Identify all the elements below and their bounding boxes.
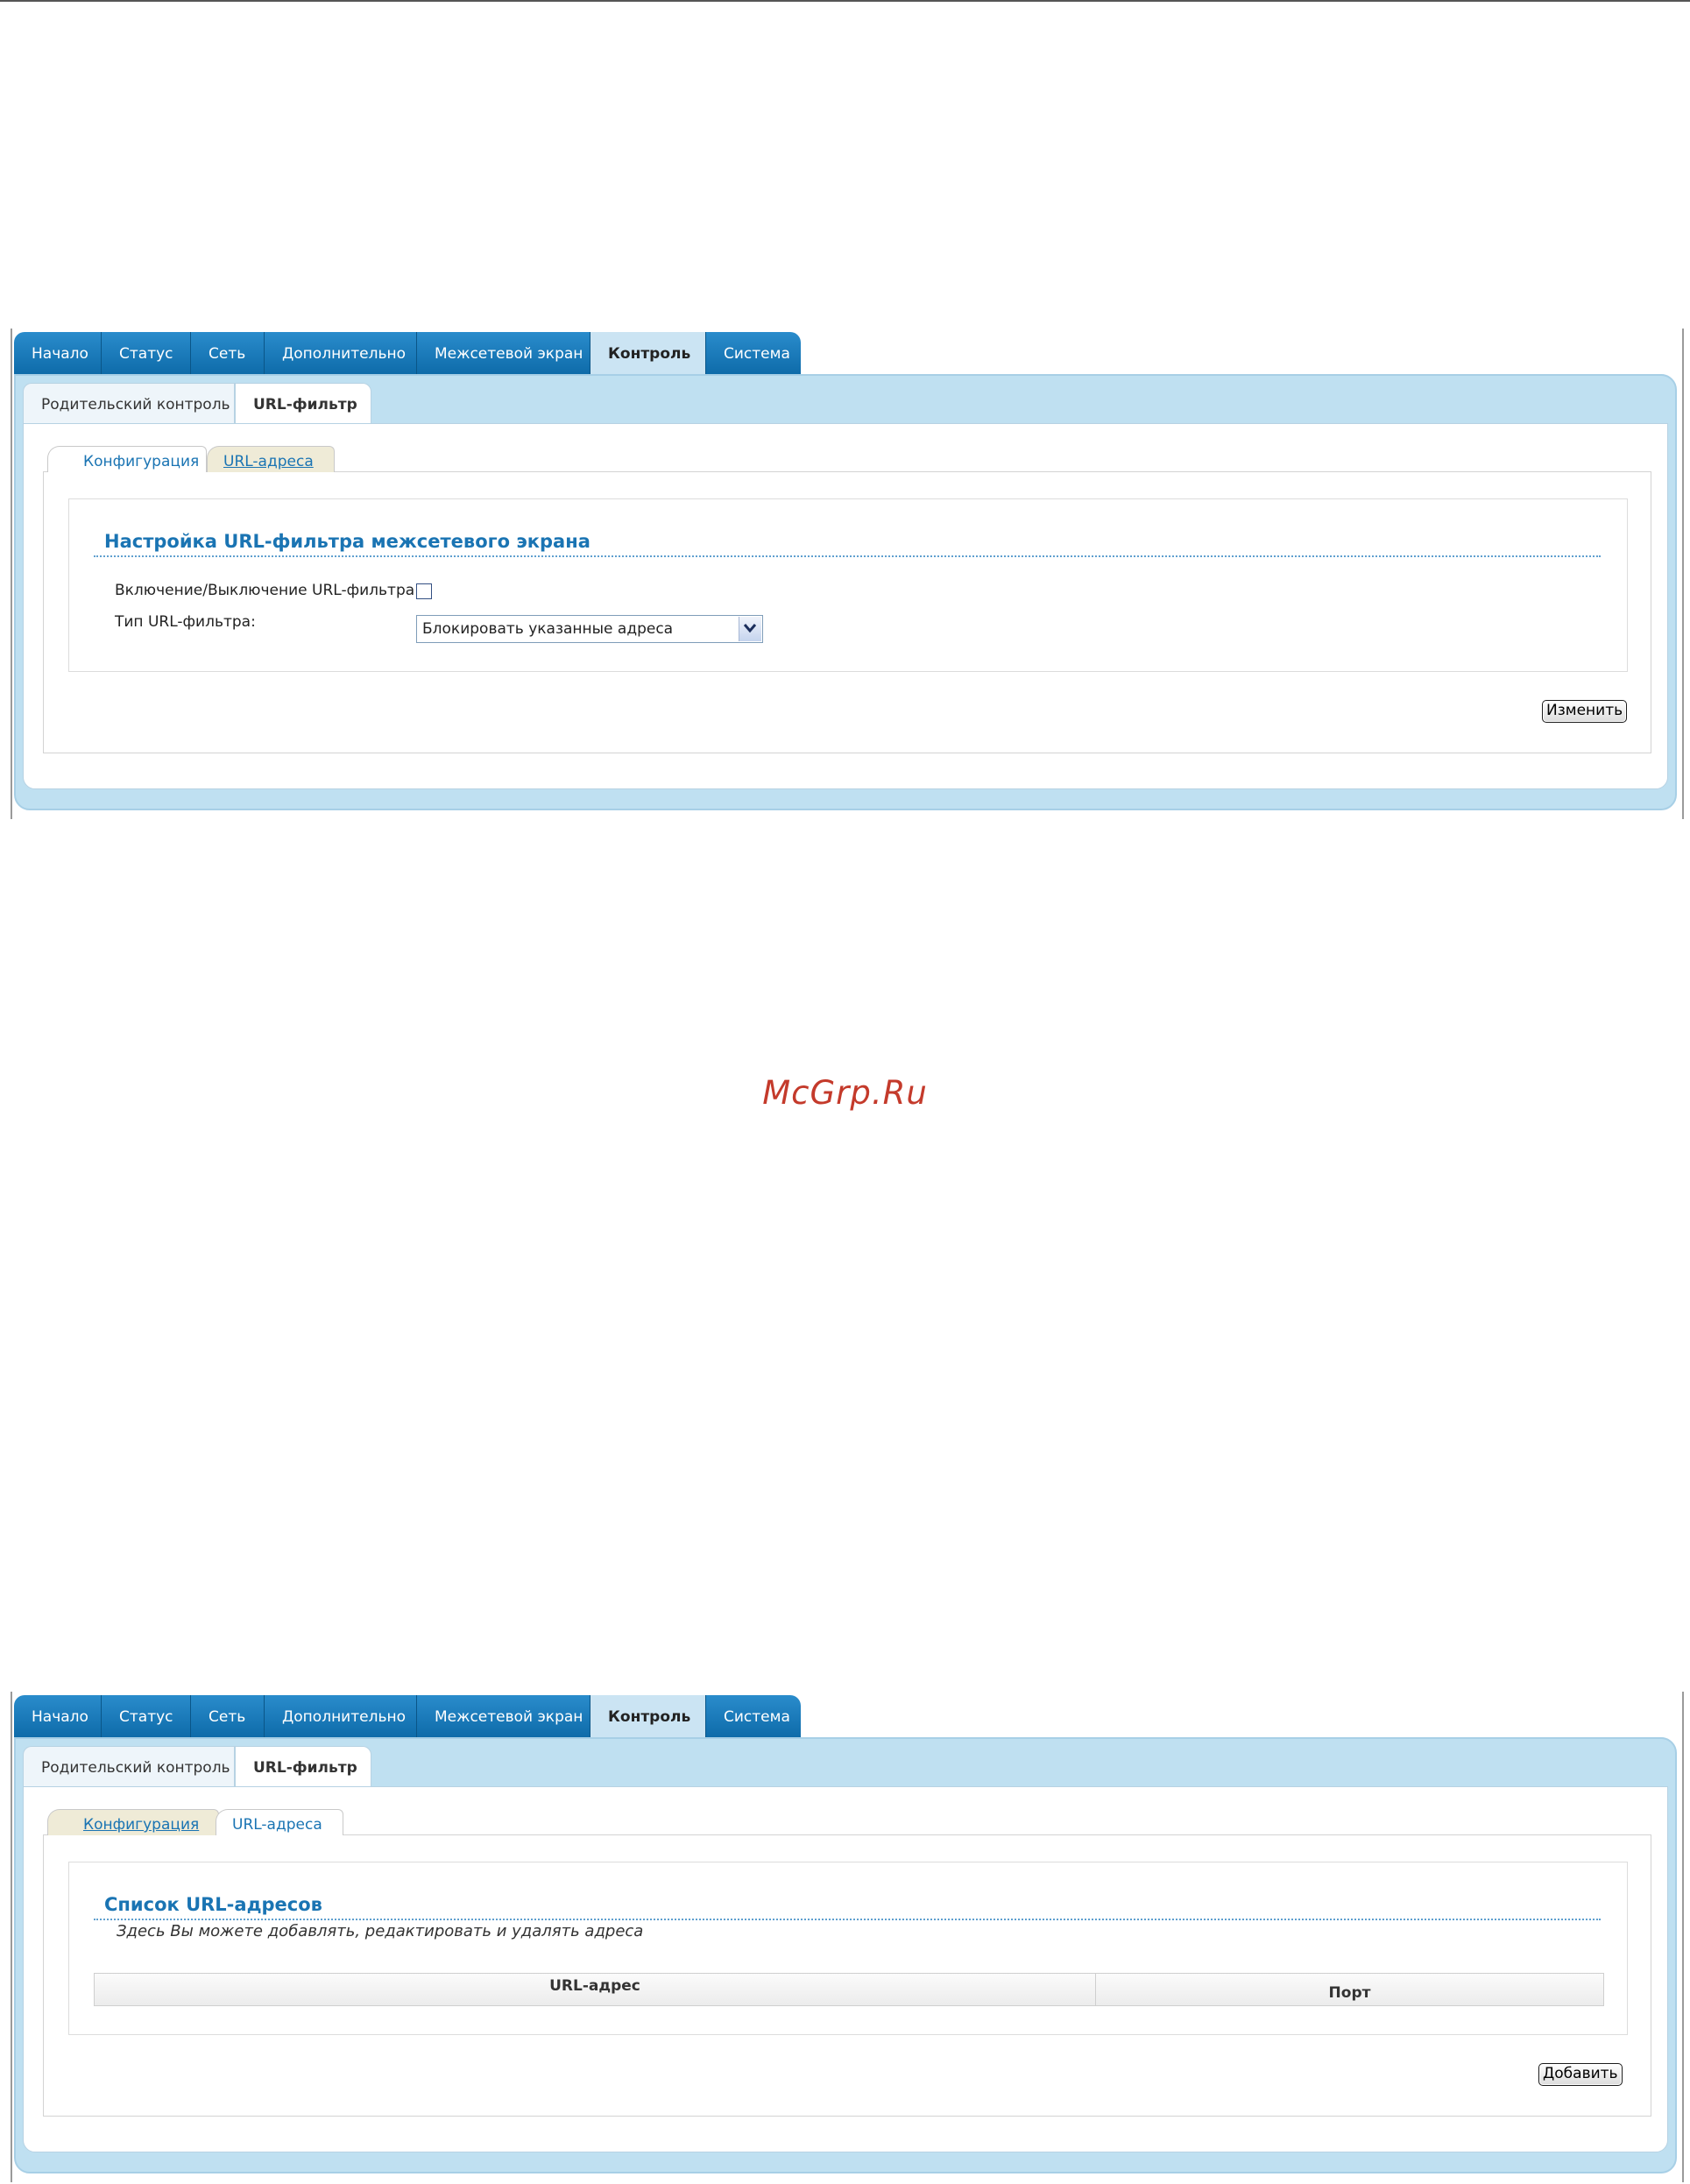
section-divider (94, 555, 1601, 557)
sub-tab-url-filter[interactable]: URL-фильтр (235, 383, 371, 425)
main-tab-firewall[interactable]: Межсетевой экран (417, 1695, 590, 1739)
sub-nav: Родительский контроль URL-фильтр (23, 1746, 371, 1788)
form-tab-url-addresses[interactable]: URL-адреса (207, 446, 335, 472)
main-tab-advanced[interactable]: Дополнительно (265, 332, 417, 376)
frame-right-line (1682, 329, 1684, 819)
section-divider (94, 1919, 1601, 1920)
content-area: Конфигурация URL-адреса Настройка URL-фи… (23, 423, 1668, 789)
frame-right-line (1682, 1692, 1684, 2182)
filter-type-select[interactable]: Блокировать указанные адреса (416, 615, 763, 643)
filter-type-label: Тип URL-фильтра: (115, 613, 256, 631)
enable-checkbox[interactable] (416, 583, 432, 599)
form-tab-url-addresses[interactable]: URL-адреса (216, 1809, 343, 1835)
sub-nav: Родительский контроль URL-фильтр (23, 383, 371, 425)
section-title: Настройка URL-фильтра межсетевого экрана (104, 531, 590, 552)
form-tabbox: Конфигурация URL-адреса Список URL-адрес… (43, 1809, 1651, 2117)
chevron-down-icon[interactable] (739, 617, 761, 641)
frame-left-line (11, 329, 12, 819)
sub-tab-parental-control[interactable]: Родительский контроль (23, 1746, 235, 1788)
sub-tab-parental-control[interactable]: Родительский контроль (23, 383, 235, 425)
main-tab-status[interactable]: Статус (102, 1695, 191, 1739)
page-top-rule (0, 0, 1690, 2)
main-tab-advanced[interactable]: Дополнительно (265, 1695, 417, 1739)
content-area: Конфигурация URL-адреса Список URL-адрес… (23, 1786, 1668, 2152)
filter-type-value: Блокировать указанные адреса (422, 620, 674, 638)
main-panel: Родительский контроль URL-фильтр Конфигу… (14, 1737, 1677, 2173)
main-nav: Начало Статус Сеть Дополнительно Межсете… (14, 332, 801, 376)
add-button[interactable]: Добавить (1538, 2063, 1623, 2086)
sub-tab-url-filter[interactable]: URL-фильтр (235, 1746, 371, 1788)
main-tab-start[interactable]: Начало (14, 1695, 102, 1739)
main-tab-system[interactable]: Система (706, 1695, 801, 1739)
screenshot-url-list: Начало Статус Сеть Дополнительно Межсете… (11, 1692, 1687, 2182)
frame-left-line (11, 1692, 12, 2182)
change-button[interactable]: Изменить (1542, 700, 1628, 723)
column-url-address: URL-адрес (95, 1974, 1096, 2005)
form-tab-configuration[interactable]: Конфигурация (47, 1809, 219, 1835)
main-tab-network[interactable]: Сеть (191, 332, 265, 376)
main-tab-system[interactable]: Система (706, 332, 801, 376)
section-description: Здесь Вы можете добавлять, редактировать… (117, 1922, 644, 1940)
main-tab-control[interactable]: Контроль (590, 1695, 706, 1739)
main-tab-status[interactable]: Статус (102, 332, 191, 376)
section-title: Список URL-адресов (104, 1894, 322, 1915)
main-tab-start[interactable]: Начало (14, 332, 102, 376)
url-list-section: Список URL-адресов Здесь Вы можете добав… (68, 1862, 1628, 2035)
main-tab-network[interactable]: Сеть (191, 1695, 265, 1739)
main-panel: Родительский контроль URL-фильтр Конфигу… (14, 374, 1677, 810)
main-tab-firewall[interactable]: Межсетевой экран (417, 332, 590, 376)
enable-label: Включение/Выключение URL-фильтра: (115, 582, 420, 599)
main-tab-control[interactable]: Контроль (590, 332, 706, 376)
main-nav: Начало Статус Сеть Дополнительно Межсете… (14, 1695, 801, 1739)
screenshot-config: Начало Статус Сеть Дополнительно Межсете… (11, 329, 1687, 819)
form-tabbox: Конфигурация URL-адреса Настройка URL-фи… (43, 446, 1651, 753)
column-port: Порт (1328, 1984, 1371, 2002)
url-filter-settings-section: Настройка URL-фильтра межсетевого экрана… (68, 498, 1628, 672)
url-table-header: URL-адрес Порт (94, 1973, 1604, 2006)
form-tab-configuration[interactable]: Конфигурация (47, 446, 207, 472)
watermark: McGrp.Ru (762, 1074, 928, 1112)
